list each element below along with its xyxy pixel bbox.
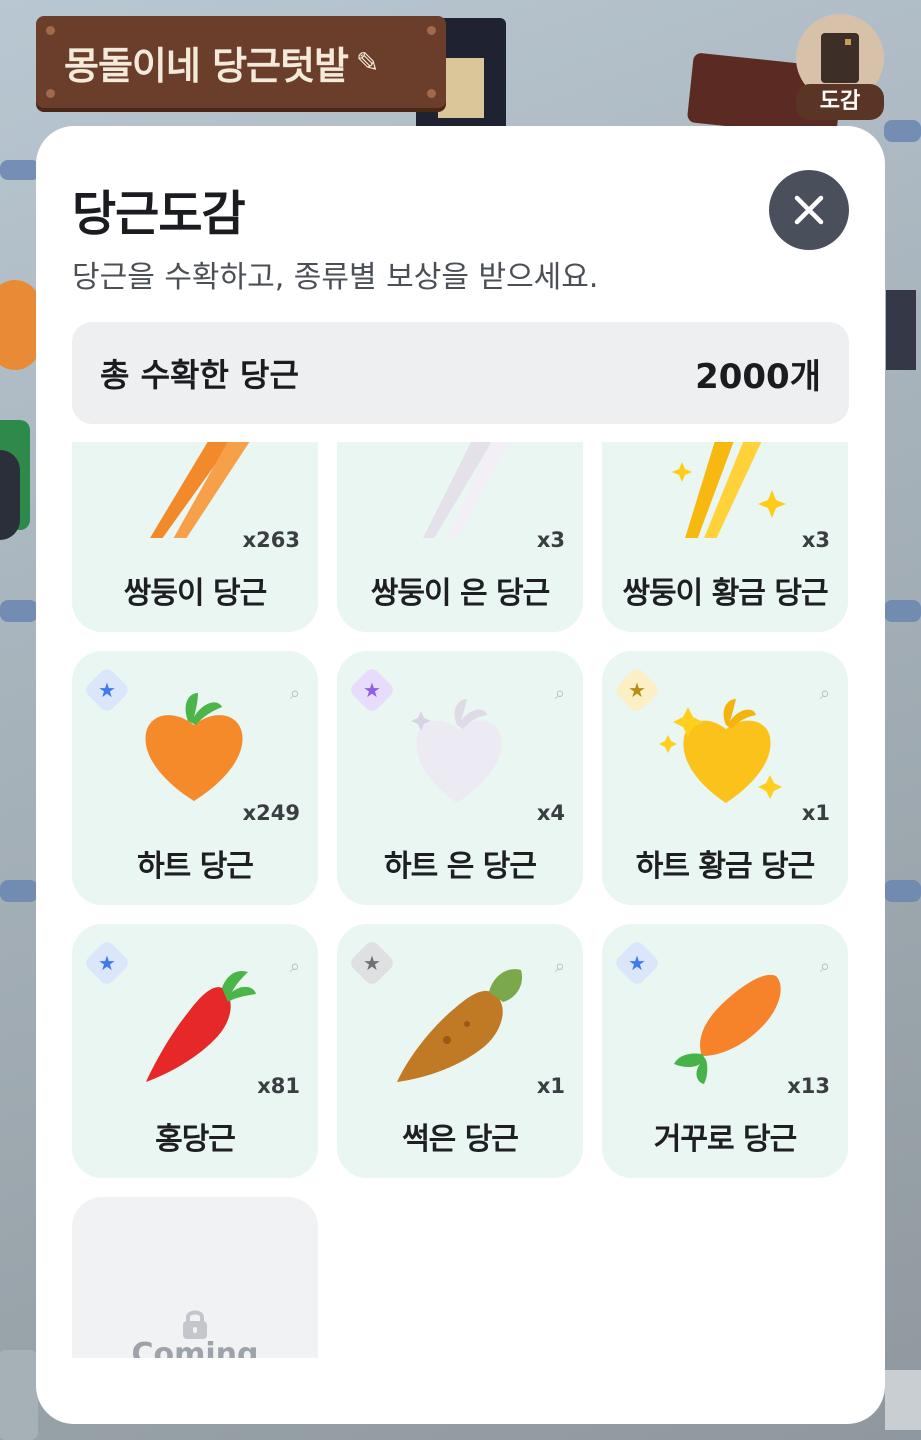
modal-subtitle: 당근을 수확하고, 종류별 보상을 받으세요. [72, 260, 599, 295]
tractor-wheel [0, 450, 20, 540]
carrot-name: 하트 은 당근 [384, 849, 537, 884]
carrot-card-heart-gold[interactable]: ★ ⌕ x1 하트 황금 당근 [602, 651, 848, 905]
carrot-card-red[interactable]: ★ ⌕ x81 홍당근 [72, 924, 318, 1178]
fence-rail [884, 880, 921, 902]
twin-carrot-icon [150, 442, 250, 538]
heart-gold-carrot-icon [659, 699, 782, 803]
side-tab [885, 1370, 921, 1430]
farm-name-sign[interactable]: 몽돌이네 당근텃밭 ✎ [36, 16, 446, 108]
coming-soon-label: Coming [131, 1337, 259, 1358]
carrot-count: x263 [242, 528, 300, 552]
total-harvest-summary: 총 수확한 당근 2000개 [72, 322, 849, 424]
nail [46, 26, 55, 35]
carrot-name: 하트 황금 당근 [635, 849, 816, 884]
nail [46, 89, 55, 98]
carrot-name: 하트 당근 [137, 849, 254, 884]
carrot-collection-modal: 당근도감 당근을 수확하고, 종류별 보상을 받으세요. 총 수확한 당근 20… [36, 126, 885, 1424]
carrot-name: 쌍둥이 당근 [123, 576, 267, 611]
nail [427, 89, 436, 98]
lock-icon [183, 1310, 207, 1339]
carrot-card-twin-gold[interactable]: x3 쌍둥이 황금 당근 [602, 442, 848, 632]
carrot-count: x3 [536, 528, 565, 552]
pencil-icon[interactable]: ✎ [356, 46, 379, 79]
rotten-carrot-icon [397, 969, 523, 1082]
close-button[interactable] [769, 170, 849, 250]
fence-rail [0, 880, 38, 902]
twin-silver-carrot-icon [423, 442, 510, 538]
carrot-name: 홍당근 [155, 1122, 236, 1157]
carrot-name: 거꾸로 당근 [653, 1122, 797, 1157]
modal-title: 당근도감 [72, 186, 246, 242]
carrot-count: x13 [787, 1074, 830, 1098]
carrot-card-heart-silver[interactable]: ★ ⌕ x4 하트 은 당근 [337, 651, 583, 905]
heart-carrot-icon [145, 693, 243, 801]
carrot-grid[interactable]: x263 쌍둥이 당근 x3 쌍둥이 은 당근 x3 쌍둥이 황금 당근 ★ ⌕… [72, 442, 849, 1358]
carrot-card-rotten[interactable]: ★ ⌕ x1 썩은 당근 [337, 924, 583, 1178]
fence-rail [0, 160, 40, 180]
locked-carrot-card: Coming [72, 1197, 318, 1358]
red-carrot-icon [146, 970, 256, 1082]
fence-rail [884, 120, 921, 142]
total-harvest-label: 총 수확한 당근 [100, 356, 299, 394]
carrot-count: x249 [242, 801, 300, 825]
book-icon [821, 33, 859, 83]
carrot-count: x3 [801, 528, 830, 552]
heart-silver-carrot-icon [411, 699, 502, 803]
carrot-card-upside-down[interactable]: ★ ⌕ x13 거꾸로 당근 [602, 924, 848, 1178]
collection-book-button[interactable]: 도감 [796, 14, 886, 120]
carrot-decoration [0, 280, 40, 370]
carrot-count: x1 [536, 1074, 565, 1098]
carrot-name: 쌍둥이 은 당근 [370, 576, 551, 611]
fence-rail [0, 600, 38, 622]
side-tab [0, 1350, 38, 1440]
total-harvest-value: 2000개 [695, 356, 821, 397]
carrot-card-heart[interactable]: ★ ⌕ x249 하트 당근 [72, 651, 318, 905]
collection-book-label: 도감 [796, 84, 884, 120]
carrot-count: x1 [801, 801, 830, 825]
twin-gold-carrot-icon [672, 442, 786, 538]
carrot-name: 썩은 당근 [402, 1122, 519, 1157]
carrot-card-twin-silver[interactable]: x3 쌍둥이 은 당근 [337, 442, 583, 632]
carrot-name: 쌍둥이 황금 당근 [622, 576, 828, 611]
upside-down-carrot-icon [674, 974, 781, 1084]
carrot-card-twin[interactable]: x263 쌍둥이 당근 [72, 442, 318, 632]
nail [427, 26, 436, 35]
fence-rail [884, 600, 921, 622]
close-icon [794, 195, 824, 225]
carrot-count: x81 [257, 1074, 300, 1098]
carrot-count: x4 [536, 801, 565, 825]
signpost [886, 290, 916, 370]
farm-name: 몽돌이네 당근텃밭 [64, 43, 349, 88]
